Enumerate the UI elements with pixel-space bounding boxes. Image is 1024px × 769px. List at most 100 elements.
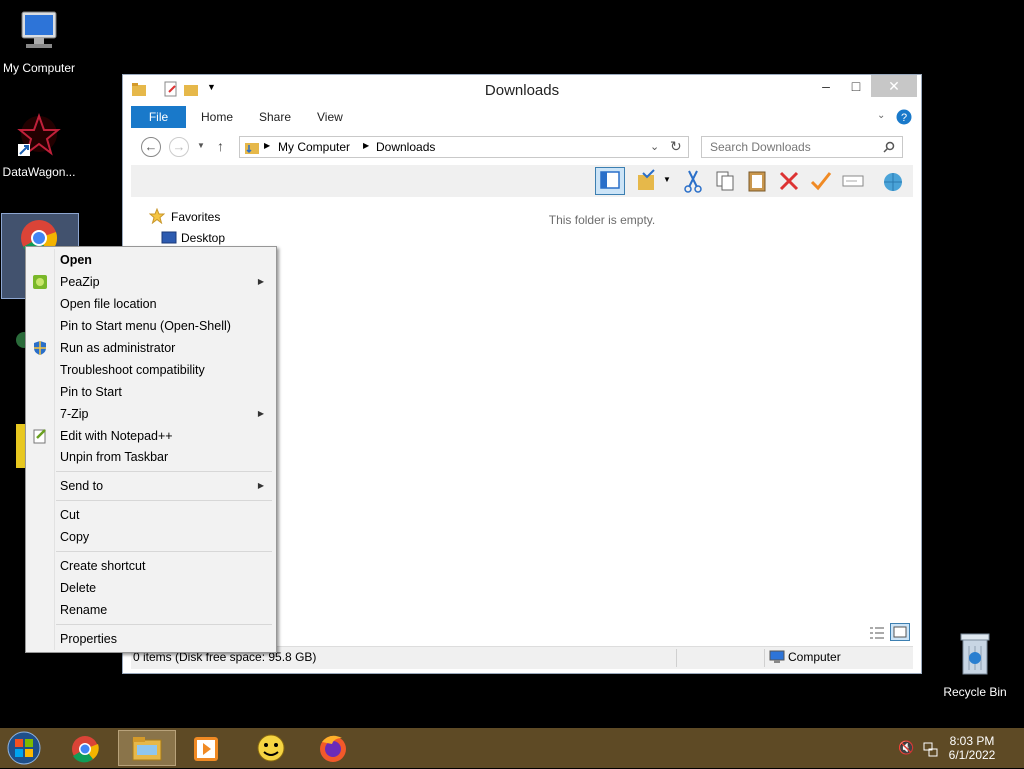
rename-icon[interactable] bbox=[841, 169, 865, 193]
search-icon[interactable] bbox=[883, 141, 895, 153]
smiley-icon bbox=[257, 734, 285, 762]
breadcrumb-downloads[interactable]: Downloads bbox=[376, 140, 435, 154]
menu-item-cut[interactable]: Cut bbox=[28, 504, 274, 526]
menu-separator bbox=[56, 551, 272, 552]
breadcrumb-separator-icon: ▶ bbox=[264, 141, 271, 150]
preview-pane-icon bbox=[600, 171, 620, 189]
taskbar-file-explorer[interactable] bbox=[118, 730, 176, 766]
status-divider bbox=[676, 649, 677, 667]
empty-folder-message: This folder is empty. bbox=[548, 213, 656, 227]
menu-item-open-file-location[interactable]: Open file location bbox=[28, 293, 274, 315]
folder-icon bbox=[245, 143, 259, 154]
menu-separator bbox=[56, 471, 272, 472]
submenu-arrow-icon: ▶ bbox=[257, 409, 264, 418]
large-icons-icon bbox=[893, 626, 907, 638]
cut-icon[interactable] bbox=[681, 169, 705, 193]
back-button[interactable]: ← bbox=[141, 137, 161, 157]
breadcrumb-separator-icon: ▶ bbox=[363, 141, 370, 150]
datawagon-icon bbox=[17, 113, 61, 156]
computer-icon bbox=[21, 11, 57, 48]
tab-home[interactable]: Home bbox=[201, 106, 233, 128]
menu-item-delete[interactable]: Delete bbox=[28, 577, 274, 599]
menu-item-pin-start-open-shell[interactable]: Pin to Start menu (Open-Shell) bbox=[28, 315, 274, 337]
svg-text:?: ? bbox=[901, 112, 907, 124]
taskbar-smiley-app[interactable] bbox=[246, 730, 296, 766]
shield-icon bbox=[34, 341, 46, 355]
help-icon[interactable]: ? bbox=[896, 109, 912, 125]
computer-icon bbox=[769, 650, 785, 663]
desktop-folder-icon bbox=[161, 231, 177, 244]
checkmark-icon[interactable] bbox=[809, 169, 833, 193]
forward-button[interactable]: → bbox=[169, 137, 189, 157]
context-menu[interactable]: Open PeaZip ▶ Open file location Pin to … bbox=[25, 246, 277, 653]
menu-item-properties[interactable]: Properties bbox=[28, 628, 274, 650]
maximize-button[interactable]: □ bbox=[841, 75, 871, 97]
address-bar[interactable]: ▶ My Computer ▶ Downloads ⌄ ↻ bbox=[239, 136, 689, 158]
volume-muted-icon[interactable]: 🔇 bbox=[898, 740, 914, 756]
refresh-icon[interactable]: ↻ bbox=[670, 138, 682, 155]
network-icon[interactable] bbox=[922, 741, 938, 757]
chrome-icon bbox=[72, 736, 99, 763]
title-bar[interactable]: ▼ Downloads – □ ✕ bbox=[123, 75, 921, 105]
window-title: Downloads bbox=[484, 82, 560, 99]
breadcrumb-my-computer[interactable]: My Computer bbox=[278, 140, 350, 154]
minimize-button[interactable]: – bbox=[811, 75, 841, 97]
clock-date: 6/1/2022 bbox=[948, 748, 996, 762]
desktop-icon-my-computer[interactable]: My Computer bbox=[0, 10, 78, 75]
start-button[interactable] bbox=[4, 730, 48, 766]
desktop-icon-label: Recycle Bin bbox=[943, 685, 1007, 699]
tab-file[interactable]: File bbox=[131, 106, 186, 128]
menu-item-edit-notepadpp[interactable]: Edit with Notepad++ bbox=[28, 425, 274, 447]
menu-item-7zip[interactable]: 7-Zip ▶ bbox=[28, 403, 274, 425]
menu-item-peazip[interactable]: PeaZip ▶ bbox=[28, 271, 274, 293]
close-button[interactable]: ✕ bbox=[871, 75, 917, 97]
ribbon-tabs: File Home Share View ⌄ ? bbox=[131, 106, 913, 128]
address-row: ← → ▼ ↑ ▶ My Computer ▶ Downloads ⌄ ↻ Se… bbox=[131, 135, 913, 161]
notepadpp-icon bbox=[33, 429, 46, 444]
menu-item-rename[interactable]: Rename bbox=[28, 599, 274, 621]
nav-desktop[interactable]: Desktop bbox=[181, 231, 225, 245]
clock[interactable]: 8:03 PM 6/1/2022 bbox=[942, 734, 1002, 762]
desktop-icon-recycle-bin[interactable]: Recycle Bin bbox=[936, 630, 1014, 699]
status-location: Computer bbox=[788, 650, 841, 664]
folder-icon bbox=[132, 737, 162, 761]
firefox-icon bbox=[320, 735, 346, 762]
tab-view[interactable]: View bbox=[317, 106, 343, 128]
taskbar: 🔇 8:03 PM 6/1/2022 bbox=[0, 728, 1024, 768]
chevron-down-icon[interactable]: ⌄ bbox=[877, 110, 885, 121]
peazip-icon bbox=[33, 275, 47, 289]
up-arrow-icon[interactable]: ↑ bbox=[217, 138, 224, 154]
menu-item-troubleshoot[interactable]: Troubleshoot compatibility bbox=[28, 359, 274, 381]
menu-item-send-to[interactable]: Send to ▶ bbox=[28, 475, 274, 497]
windows-orb-icon bbox=[7, 731, 41, 765]
menu-item-unpin-taskbar[interactable]: Unpin from Taskbar bbox=[28, 446, 274, 468]
recent-locations-icon[interactable]: ▼ bbox=[197, 141, 205, 150]
taskbar-chrome[interactable] bbox=[62, 730, 112, 766]
status-divider bbox=[764, 649, 765, 667]
paste-icon[interactable] bbox=[745, 169, 769, 193]
taskbar-firefox[interactable] bbox=[308, 730, 358, 766]
menu-item-pin-to-start[interactable]: Pin to Start bbox=[28, 381, 274, 403]
taskbar-media-player[interactable] bbox=[182, 730, 232, 766]
select-icon[interactable] bbox=[635, 169, 659, 193]
search-input[interactable]: Search Downloads bbox=[701, 136, 903, 158]
chevron-down-icon[interactable]: ⌄ bbox=[650, 140, 659, 153]
menu-item-open[interactable]: Open bbox=[28, 249, 274, 271]
copy-icon[interactable] bbox=[713, 169, 737, 193]
menu-item-copy[interactable]: Copy bbox=[28, 526, 274, 548]
menu-item-create-shortcut[interactable]: Create shortcut bbox=[28, 555, 274, 577]
command-toolbar: ▼ bbox=[131, 165, 913, 197]
menu-separator bbox=[56, 500, 272, 501]
menu-item-run-as-admin[interactable]: Run as administrator bbox=[28, 337, 274, 359]
desktop-icon-datawagon[interactable]: DataWagon... bbox=[0, 112, 78, 179]
desktop-icon-label: My Computer bbox=[2, 61, 76, 75]
submenu-arrow-icon: ▶ bbox=[257, 277, 264, 286]
delete-icon[interactable] bbox=[777, 169, 801, 193]
chevron-down-icon[interactable]: ▼ bbox=[663, 175, 671, 184]
tab-share[interactable]: Share bbox=[259, 106, 291, 128]
details-view-icon[interactable] bbox=[869, 626, 885, 640]
large-icons-view-button[interactable] bbox=[890, 623, 910, 641]
open-shell-icon[interactable] bbox=[881, 169, 905, 193]
desktop-icon-label: DataWagon... bbox=[2, 165, 76, 179]
preview-pane-button[interactable] bbox=[595, 167, 625, 195]
